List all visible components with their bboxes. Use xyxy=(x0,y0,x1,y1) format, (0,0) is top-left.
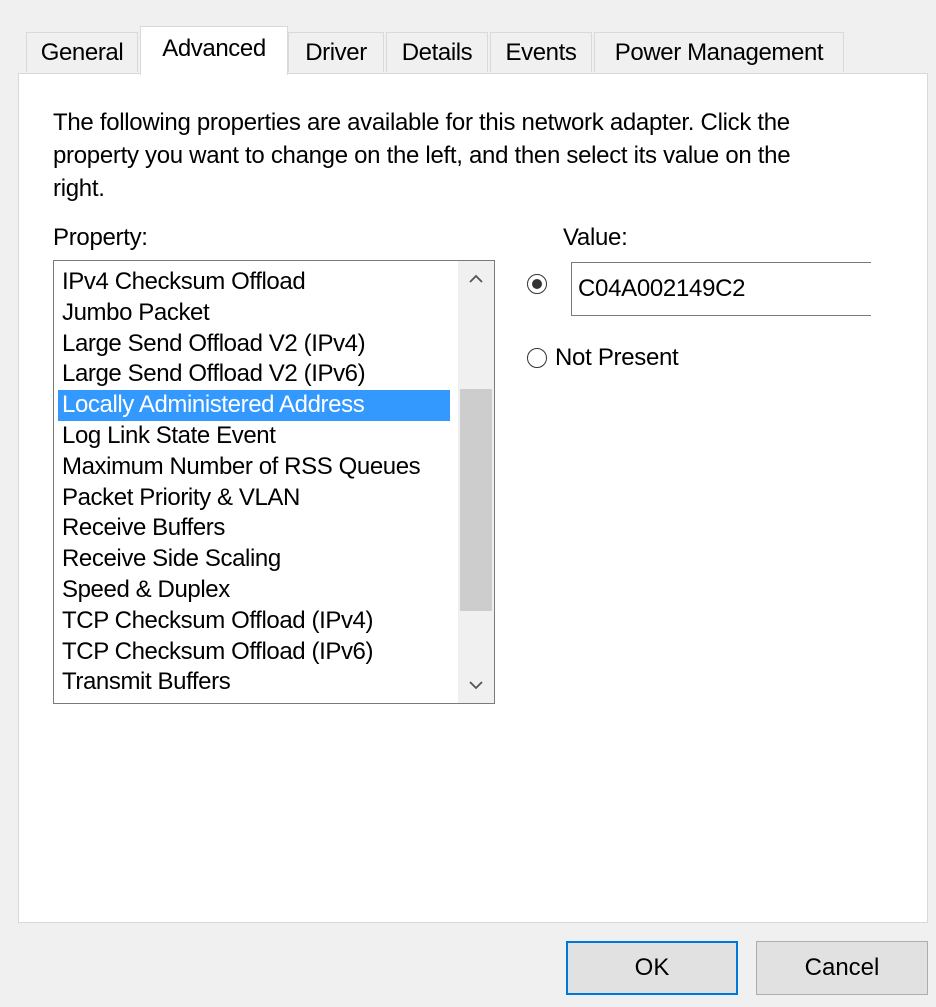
scroll-up-icon[interactable] xyxy=(458,261,494,297)
not-present-label: Not Present xyxy=(555,344,679,371)
tab-general[interactable]: General xyxy=(26,32,138,72)
property-list-item[interactable]: Receive Buffers xyxy=(58,513,450,544)
property-list-item[interactable]: Large Send Offload V2 (IPv6) xyxy=(58,359,450,390)
property-list-item[interactable]: TCP Checksum Offload (IPv4) xyxy=(58,606,450,637)
tab-driver[interactable]: Driver xyxy=(288,32,384,72)
value-option[interactable] xyxy=(527,274,555,294)
property-list-item[interactable]: Maximum Number of RSS Queues xyxy=(58,452,450,483)
scroll-down-icon[interactable] xyxy=(458,667,494,703)
not-present-option[interactable]: Not Present xyxy=(527,344,679,372)
property-list-item[interactable]: Locally Administered Address xyxy=(58,390,450,421)
property-list-item[interactable]: Speed & Duplex xyxy=(58,575,450,606)
property-list: IPv4 Checksum Offload Jumbo Packet Large S… xyxy=(58,267,450,698)
tab-strip: General Advanced Driver Details Events P… xyxy=(26,26,846,75)
tab-events[interactable]: Events xyxy=(490,32,592,72)
tab-details[interactable]: Details xyxy=(386,32,488,72)
value-label: Value: xyxy=(563,224,628,251)
tab-advanced[interactable]: Advanced xyxy=(140,26,288,75)
property-list-item[interactable]: Receive Side Scaling xyxy=(58,544,450,575)
property-list-item[interactable]: Transmit Buffers xyxy=(58,667,450,698)
description-text: The following properties are available f… xyxy=(53,109,791,202)
advanced-panel: The following properties are available f… xyxy=(18,73,928,923)
tab-power-management[interactable]: Power Management xyxy=(594,32,844,72)
value-input[interactable] xyxy=(571,262,871,316)
property-list-item[interactable]: IPv4 Checksum Offload xyxy=(58,267,450,298)
property-list-item[interactable]: Jumbo Packet xyxy=(58,298,450,329)
property-scrollbar[interactable] xyxy=(458,261,494,703)
property-list-item[interactable]: Large Send Offload V2 (IPv4) xyxy=(58,329,450,360)
scroll-thumb[interactable] xyxy=(460,389,492,611)
value-radio-icon[interactable] xyxy=(527,274,547,294)
not-present-radio-icon[interactable] xyxy=(527,348,547,368)
property-list-item[interactable]: TCP Checksum Offload (IPv6) xyxy=(58,637,450,668)
property-listbox[interactable]: IPv4 Checksum Offload Jumbo Packet Large S… xyxy=(53,260,495,704)
property-list-item[interactable]: Packet Priority & VLAN xyxy=(58,483,450,514)
property-label: Property: xyxy=(53,224,148,251)
property-list-item[interactable]: Log Link State Event xyxy=(58,421,450,452)
cancel-button[interactable]: Cancel xyxy=(756,941,928,995)
ok-button[interactable]: OK xyxy=(566,941,738,995)
